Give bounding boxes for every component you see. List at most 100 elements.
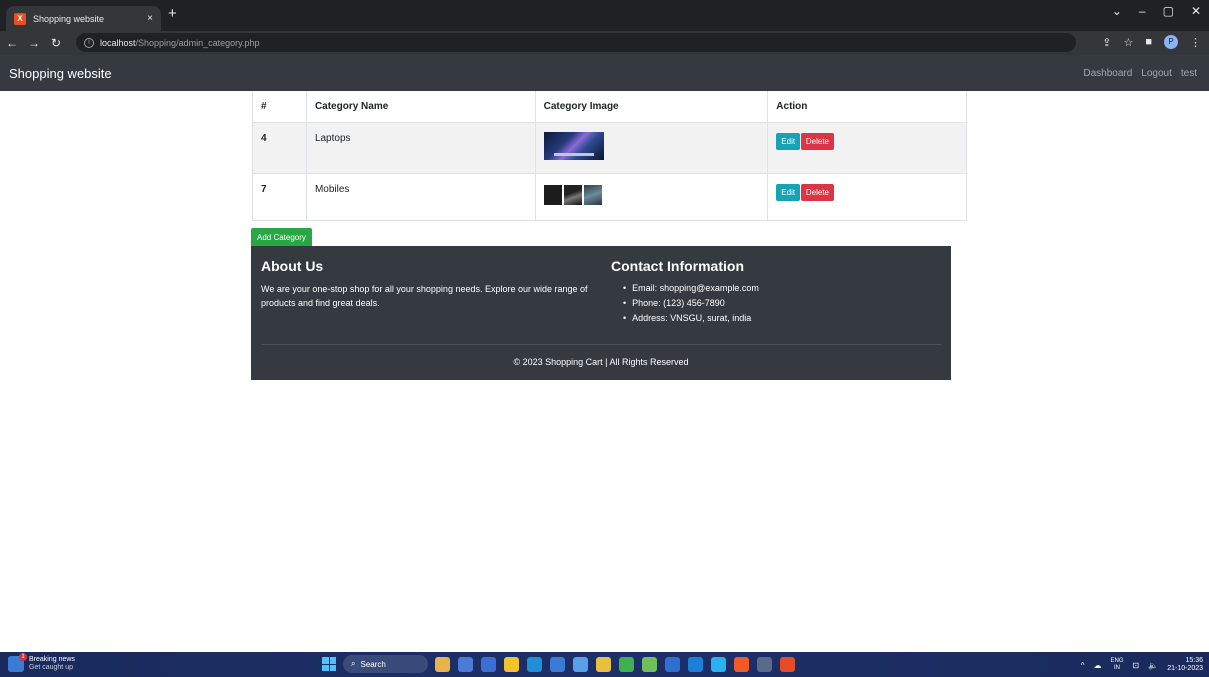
category-table: # Category Name Category Image Action 4 … (252, 91, 967, 221)
search-icon: ⌕ (351, 659, 356, 668)
system-tray: ^ ☁ ENG IN ⊡ 🔈 15:36 21-10-2023 (1081, 657, 1203, 673)
delete-button[interactable]: Delete (800, 133, 834, 150)
category-name: Laptops (305, 122, 536, 174)
add-category-button[interactable]: Add Category (251, 228, 312, 246)
side-panel-icon[interactable]: ■ (1145, 36, 1152, 48)
about-title: About Us (261, 258, 324, 274)
volume-icon[interactable]: 🔈 (1148, 661, 1158, 670)
contact-address: Address: VNSGU, surat, india (623, 311, 759, 326)
tab-title: Shopping website (33, 13, 105, 24)
column-header-action: Action (767, 91, 967, 123)
back-arrow-icon[interactable]: ← (2, 36, 22, 50)
tab-close-icon[interactable]: × (147, 13, 153, 24)
taskbar-app-icon[interactable] (665, 656, 680, 672)
clock-time: 15:36 (1185, 657, 1203, 664)
action-cell: Edit Delete (767, 122, 967, 174)
mobile-thumbnail-image (543, 185, 602, 205)
news-widget-icon: 1 (8, 653, 27, 672)
category-id: 4 (252, 122, 307, 174)
minimize-icon[interactable]: – (1139, 4, 1146, 18)
restore-icon[interactable]: ▢ (1163, 4, 1174, 18)
search-label: Search (360, 659, 386, 669)
windows-taskbar: 1 Breaking news Get caught up ⌕ Search ^… (0, 652, 1209, 677)
share-icon[interactable]: ⇪ (1102, 36, 1111, 49)
site-navbar: Shopping website Dashboard Logout test (0, 55, 1209, 91)
taskbar-app-icon[interactable] (734, 656, 749, 672)
contact-email: Email: shopping@example.com (623, 281, 759, 296)
taskbar-app-icon[interactable] (780, 656, 795, 672)
contact-title: Contact Information (611, 258, 744, 274)
taskbar-app-icon[interactable] (688, 656, 703, 672)
taskbar-app-icon[interactable] (435, 656, 450, 672)
url-host: localhost (100, 37, 136, 48)
taskbar-apps: ⌕ Search (322, 655, 795, 673)
browser-toolbar: ← → ↻ i localhost/Shopping/admin_categor… (0, 31, 1209, 55)
category-name: Mobiles (305, 173, 536, 221)
news-subtitle: Get caught up (29, 664, 73, 671)
profile-avatar-icon[interactable]: P (1164, 35, 1178, 49)
nav-link-logout[interactable]: Logout (1141, 68, 1172, 79)
taskbar-app-icon[interactable] (550, 656, 565, 672)
contact-phone: Phone: (123) 456-7890 (623, 296, 759, 311)
taskbar-app-icon[interactable] (596, 656, 611, 672)
toolbar-icons: ⇪ ☆ ■ P ⋮ (1102, 35, 1201, 49)
edit-button[interactable]: Edit (776, 133, 801, 150)
close-window-icon[interactable]: ✕ (1191, 4, 1201, 18)
column-header-image: Category Image (534, 91, 769, 123)
table-row: 4 Laptops Edit Delete (252, 122, 967, 174)
language-indicator[interactable]: ENG IN (1111, 658, 1124, 672)
new-tab-icon[interactable]: + (168, 5, 177, 22)
onedrive-icon[interactable]: ☁ (1094, 661, 1102, 670)
site-footer: About Us We are your one-stop shop for a… (251, 246, 951, 380)
browser-menu-icon[interactable]: ⋮ (1190, 36, 1201, 49)
taskbar-app-icon[interactable] (711, 656, 726, 672)
taskbar-app-icon[interactable] (642, 656, 657, 672)
tab-search-icon[interactable]: ⌄ (1112, 4, 1122, 18)
nav-link-dashboard[interactable]: Dashboard (1083, 68, 1132, 79)
url-path: /Shopping/admin_category.php (135, 37, 260, 48)
taskbar-app-icon[interactable] (504, 656, 519, 672)
nav-links: Dashboard Logout test (1083, 68, 1197, 79)
about-text: We are your one-stop shop for all your s… (261, 284, 588, 308)
browser-tab[interactable]: X Shopping website × (6, 6, 161, 31)
table-row: 7 Mobiles Edit Delete (252, 173, 967, 221)
clock-date: 21-10-2023 (1167, 665, 1203, 672)
delete-button[interactable]: Delete (800, 184, 834, 201)
taskbar-search[interactable]: ⌕ Search (343, 655, 428, 673)
xampp-favicon-icon: X (14, 12, 26, 25)
clock[interactable]: 15:36 21-10-2023 (1167, 657, 1203, 673)
column-header-id: # (252, 91, 307, 123)
laptop-thumbnail-image (543, 132, 604, 160)
column-header-name: Category Name (305, 91, 536, 123)
table-header-row: # Category Name Category Image Action (252, 91, 967, 123)
taskbar-app-icon[interactable] (527, 656, 542, 672)
browser-tab-strip: X Shopping website × + ⌄ – ▢ ✕ (0, 0, 1209, 31)
pinned-apps (435, 656, 795, 672)
address-bar[interactable]: i localhost/Shopping/admin_category.php (76, 33, 1076, 52)
nav-link-user[interactable]: test (1181, 68, 1197, 79)
site-brand[interactable]: Shopping website (9, 66, 112, 81)
tray-overflow-icon[interactable]: ^ (1081, 661, 1085, 670)
taskbar-app-icon[interactable] (573, 656, 588, 672)
reload-icon[interactable]: ↻ (46, 36, 66, 50)
action-cell: Edit Delete (767, 173, 967, 221)
footer-divider (261, 344, 941, 345)
copyright-text: © 2023 Shopping Cart | All Rights Reserv… (513, 357, 689, 367)
contact-list: Email: shopping@example.com Phone: (123)… (623, 281, 759, 326)
taskbar-app-icon[interactable] (757, 656, 772, 672)
taskbar-app-icon[interactable] (619, 656, 634, 672)
window-controls: ⌄ – ▢ ✕ (1112, 4, 1201, 18)
news-widget[interactable]: 1 Breaking news Get caught up (8, 653, 75, 672)
category-image-cell (534, 122, 769, 174)
category-image-cell (534, 173, 769, 221)
taskbar-app-icon[interactable] (458, 656, 473, 672)
windows-start-icon[interactable] (322, 657, 336, 671)
bookmark-star-icon[interactable]: ☆ (1123, 36, 1133, 49)
category-id: 7 (252, 173, 307, 221)
forward-arrow-icon[interactable]: → (24, 36, 44, 50)
edit-button[interactable]: Edit (776, 184, 801, 201)
taskbar-app-icon[interactable] (481, 656, 496, 672)
site-info-icon[interactable]: i (84, 37, 94, 48)
network-icon[interactable]: ⊡ (1133, 661, 1140, 670)
news-title: Breaking news (29, 656, 75, 663)
